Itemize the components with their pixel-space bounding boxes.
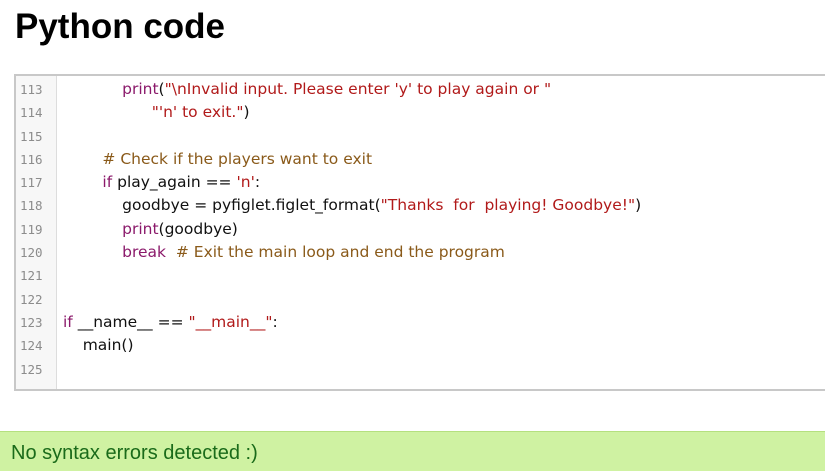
code-line: 124 main() bbox=[16, 334, 825, 357]
line-number: 115 bbox=[20, 128, 43, 144]
code-line: 113 print("\nInvalid input. Please enter… bbox=[16, 78, 825, 101]
syntax-status-message: No syntax errors detected :) bbox=[11, 442, 258, 464]
code-token: : bbox=[254, 173, 261, 192]
line-number: 123 bbox=[20, 314, 43, 330]
code-line: 114 "'n' to exit.") bbox=[16, 101, 825, 124]
code-token: "'n' to exit." bbox=[151, 103, 244, 122]
code-token: (goodbye) bbox=[158, 219, 238, 238]
line-number: 116 bbox=[20, 151, 43, 167]
code-token: : bbox=[272, 312, 278, 331]
line-number: 119 bbox=[20, 221, 43, 237]
line-code: goodbye = pyfiglet.figlet_format("Thanks… bbox=[63, 195, 641, 216]
line-number: 117 bbox=[20, 175, 43, 191]
code-token: print bbox=[122, 80, 159, 98]
line-code: "'n' to exit.") bbox=[63, 102, 250, 123]
code-token: __name__ == bbox=[72, 312, 189, 331]
code-token: play_again == bbox=[112, 173, 237, 192]
line-number: 121 bbox=[20, 268, 43, 284]
code-line: 118 goodbye = pyfiglet.figlet_format("Th… bbox=[16, 194, 825, 217]
code-line: 115 bbox=[16, 125, 825, 148]
code-token: # Check if the players want to exit bbox=[102, 149, 373, 168]
line-number: 113 bbox=[20, 82, 43, 97]
code-token: ) bbox=[243, 103, 250, 122]
syntax-status-bar: No syntax errors detected :) bbox=[0, 431, 825, 471]
code-token: "__main__" bbox=[188, 312, 273, 331]
line-number: 118 bbox=[20, 198, 43, 214]
code-line: 122 bbox=[16, 288, 825, 311]
line-code: break # Exit the main loop and end the p… bbox=[63, 242, 505, 263]
code-token: ) bbox=[635, 196, 642, 215]
code-token: break bbox=[122, 243, 167, 262]
code-token: # Exit the main loop and end the program bbox=[175, 243, 505, 262]
code-line: 119 print(goodbye) bbox=[16, 218, 825, 241]
code-line: 116 # Check if the players want to exit bbox=[16, 148, 825, 171]
line-code: if __name__ == "__main__": bbox=[63, 312, 278, 333]
code-line: 117 if play_again == 'n': bbox=[16, 171, 825, 194]
line-number: 114 bbox=[20, 105, 43, 121]
code-token: if bbox=[63, 312, 73, 331]
code-token: 'n' bbox=[236, 173, 255, 192]
code-lines: 113 print("\nInvalid input. Please enter… bbox=[16, 78, 825, 381]
line-code: print("\nInvalid input. Please enter 'y'… bbox=[63, 79, 551, 100]
line-number: 125 bbox=[20, 361, 43, 377]
line-code: if play_again == 'n': bbox=[63, 172, 260, 193]
line-number: 122 bbox=[20, 291, 43, 307]
line-code: # Check if the players want to exit bbox=[63, 149, 372, 170]
code-token: print bbox=[122, 219, 159, 238]
line-code: main() bbox=[63, 335, 134, 356]
page-title: Python code bbox=[15, 7, 226, 46]
code-token: "Thanks for playing! Goodbye!" bbox=[380, 196, 636, 215]
code-line: 123 if __name__ == "__main__": bbox=[16, 311, 825, 334]
code-line: 121 bbox=[16, 264, 825, 287]
line-number: 120 bbox=[20, 245, 43, 261]
code-line: 120 break # Exit the main loop and end t… bbox=[16, 241, 825, 264]
code-token: goodbye = pyfiglet.figlet_format( bbox=[63, 196, 381, 215]
code-line: 125 bbox=[16, 358, 825, 381]
code-token: "\nInvalid input. Please enter 'y' to pl… bbox=[164, 80, 552, 98]
code-token: if bbox=[102, 173, 113, 192]
code-token: main() bbox=[63, 336, 134, 355]
code-editor[interactable]: 113 print("\nInvalid input. Please enter… bbox=[14, 74, 825, 391]
line-code: print(goodbye) bbox=[63, 219, 238, 240]
line-number: 124 bbox=[20, 338, 43, 354]
